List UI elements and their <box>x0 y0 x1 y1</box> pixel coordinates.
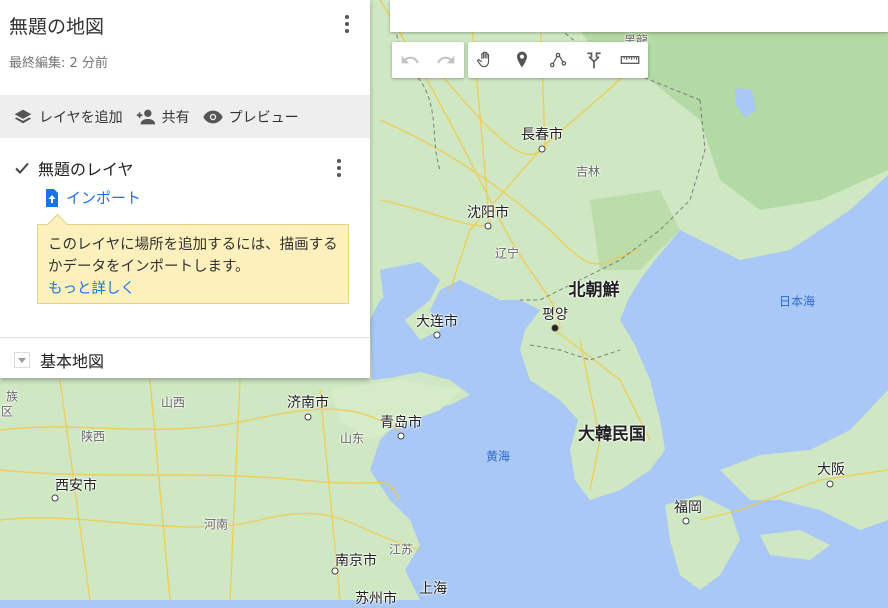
dot-pyongyang[interactable] <box>551 324 559 332</box>
basemap-section[interactable]: 基本地図 <box>14 348 104 372</box>
undo-button[interactable] <box>392 42 428 78</box>
map-options-button[interactable] <box>337 12 357 36</box>
last-edited-text: 最終編集: 2 分前 <box>9 56 108 71</box>
hand-icon <box>477 51 490 68</box>
label-sea-of-japan: 日本海 <box>778 294 816 309</box>
import-label: インポート <box>66 189 142 207</box>
redo-icon <box>437 55 455 64</box>
tooltip-text: このレイヤに場所を追加するには、描画するかデータをインポートします。 <box>48 237 338 275</box>
label-shenyang[interactable]: 沈阳市 <box>467 202 509 222</box>
label-south-korea: 大韓民国 <box>578 424 646 445</box>
undo-redo-group <box>392 42 464 78</box>
eye-icon <box>202 110 223 123</box>
layer-header: 無題のレイヤ <box>14 156 134 180</box>
draw-line-button[interactable] <box>540 42 576 78</box>
dot-jinan[interactable] <box>304 413 312 421</box>
label-changchun[interactable]: 長春市 <box>521 124 563 144</box>
basemap-label: 基本地図 <box>40 352 105 371</box>
more-vert-icon <box>337 159 341 163</box>
map-toolbar <box>392 42 648 78</box>
dot-shenyang[interactable] <box>484 222 492 230</box>
label-fukuoka[interactable]: 福岡 <box>674 497 702 517</box>
dot-nanjing[interactable] <box>331 567 339 575</box>
ruler-icon <box>620 56 640 64</box>
panel-actions: レイヤを追加 共有 プレビュー <box>0 95 370 138</box>
redo-button[interactable] <box>428 42 464 78</box>
import-link[interactable]: インポート <box>44 187 141 208</box>
label-shaanxi: 陕西 <box>80 429 106 444</box>
layers-icon <box>14 109 32 123</box>
expand-arrow-icon <box>14 352 30 368</box>
add-layer-button[interactable]: レイヤを追加 <box>12 106 123 128</box>
label-edge-qu: 区 <box>0 404 14 419</box>
map-side-panel: 無題の地図 最終編集: 2 分前 レイヤを追加 共有 プレビュー 無題のレイヤ … <box>0 0 370 378</box>
import-file-icon <box>46 188 58 207</box>
measure-button[interactable] <box>612 42 648 78</box>
add-person-icon <box>136 109 155 124</box>
dot-changchun[interactable] <box>538 145 546 153</box>
label-dalian[interactable]: 大连市 <box>416 311 458 331</box>
map-title[interactable]: 無題の地図 <box>9 12 104 39</box>
label-pyongyang[interactable]: 평양 <box>542 304 568 324</box>
layer-options-button[interactable] <box>329 156 349 180</box>
dot-fukuoka[interactable] <box>682 517 690 525</box>
label-jilin: 吉林 <box>575 164 601 179</box>
share-button[interactable]: 共有 <box>135 106 190 128</box>
label-xian[interactable]: 西安市 <box>55 475 97 495</box>
marker-icon <box>517 51 527 68</box>
tools-group <box>468 42 648 78</box>
add-layer-label: レイヤを追加 <box>39 109 123 126</box>
preview-label: プレビュー <box>228 109 299 126</box>
label-jiangsu: 江苏 <box>388 542 414 557</box>
more-vert-icon <box>345 15 349 19</box>
label-north-korea: 北朝鮮 <box>568 280 620 301</box>
add-marker-button[interactable] <box>504 42 540 78</box>
label-suzhou[interactable]: 苏州市 <box>355 588 397 608</box>
label-osaka[interactable]: 大阪 <box>817 459 845 479</box>
draw-line-icon <box>549 52 567 68</box>
directions-button[interactable] <box>576 42 612 78</box>
dot-xian[interactable] <box>51 494 59 502</box>
learn-more-link[interactable]: もっと詳しく <box>48 281 135 297</box>
layer-empty-tooltip: このレイヤに場所を追加するには、描画するかデータをインポートします。 もっと詳し… <box>37 224 349 304</box>
dot-dalian[interactable] <box>433 331 441 339</box>
dot-osaka[interactable] <box>826 480 834 488</box>
layer-name[interactable]: 無題のレイヤ <box>38 156 134 180</box>
label-shanghai[interactable]: 上海 <box>419 578 447 598</box>
dot-qingdao[interactable] <box>397 432 405 440</box>
pan-button[interactable] <box>468 42 504 78</box>
label-yellow-sea: 黄海 <box>485 449 511 464</box>
label-shanxi: 山西 <box>160 395 186 410</box>
preview-button[interactable]: プレビュー <box>202 106 299 128</box>
layer-visibility-checkbox[interactable] <box>14 160 30 176</box>
label-jinan[interactable]: 济南市 <box>287 392 329 412</box>
label-qingdao[interactable]: 青岛市 <box>380 412 422 432</box>
label-shandong: 山东 <box>339 431 365 446</box>
label-henan: 河南 <box>203 517 229 532</box>
undo-icon <box>401 55 419 64</box>
top-bar[interactable] <box>390 0 888 32</box>
label-nanjing[interactable]: 南京市 <box>335 550 377 570</box>
divider <box>0 337 370 338</box>
label-liaoning: 辽宁 <box>494 246 520 261</box>
directions-icon <box>587 52 601 69</box>
share-label: 共有 <box>161 109 190 126</box>
